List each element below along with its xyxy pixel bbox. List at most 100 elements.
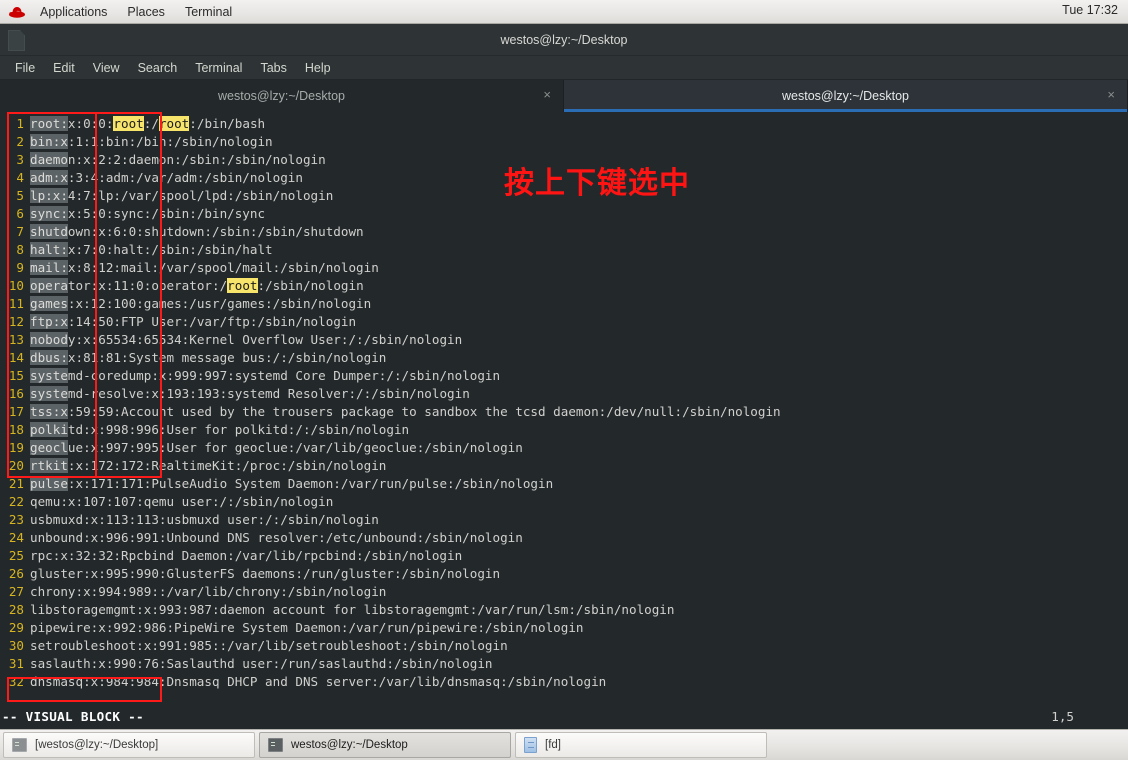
terminal-screen[interactable]: 1 root:x:0:0:root:/root:/bin/bash 2 bin:x:1… [0,112,1128,729]
line-content[interactable]: daemon:x:2:2:daemon:/sbin:/sbin/nologin [30,151,326,169]
taskbar-item-label: [westos@lzy:~/Desktop] [35,739,159,751]
editor-line[interactable]: 29 pipewire:x:992:986:PipeWire System Dae… [0,619,1128,637]
editor-line[interactable]: 26 gluster:x:995:990:GlusterFS daemons:/r… [0,565,1128,583]
editor-line[interactable]: 25 rpc:x:32:32:Rpcbind Daemon:/var/lib/rp… [0,547,1128,565]
editor-line[interactable]: 9 mail:x:8:12:mail:/var/spool/mail:/sbin/… [0,259,1128,277]
editor-line[interactable]: 2 bin:x:1:1:bin:/bin:/sbin/nologin [0,133,1128,151]
line-content[interactable]: libstoragemgmt:x:993:987:daemon account … [30,601,674,619]
line-content[interactable]: tss:x:59:59:Account used by the trousers… [30,403,781,421]
line-content[interactable]: mail:x:8:12:mail:/var/spool/mail:/sbin/n… [30,259,379,277]
editor-line[interactable]: 14 dbus:x:81:81:System message bus:/:/sbi… [0,349,1128,367]
line-number: 3 [16,152,24,167]
editor-line[interactable]: 1 root:x:0:0:root:/root:/bin/bash [0,115,1128,133]
editor-line[interactable]: 21 pulse:x:171:171:PulseAudio System Daem… [0,475,1128,493]
line-text: x:5:0:sync:/sbin:/bin/sync [67,206,266,221]
line-content[interactable]: games:x:12:100:games:/usr/games:/sbin/no… [30,295,371,313]
menu-search[interactable]: Search [129,59,187,77]
line-text: :x:172:172:RealtimeKit:/proc:/sbin/nolog… [67,458,387,473]
tab-bar: westos@lzy:~/Desktop × westos@lzy:~/Desk… [0,80,1128,112]
line-text: :/ [143,116,159,131]
line-text: unbound:x:996:991:Unbound DNS resolver:/… [30,530,523,545]
line-number: 25 [8,548,24,563]
line-content[interactable]: bin:x:1:1:bin:/bin:/sbin/nologin [30,133,273,151]
line-content[interactable]: polkitd:x:998:996:User for polkitd:/:/sb… [30,421,409,439]
line-content[interactable]: sync:x:5:0:sync:/sbin:/bin/sync [30,205,265,223]
line-content[interactable]: dbus:x:81:81:System message bus:/:/sbin/… [30,349,386,367]
line-content[interactable]: lp:x:4:7:lp:/var/spool/lpd:/sbin/nologin [30,187,333,205]
line-content[interactable]: gluster:x:995:990:GlusterFS daemons:/run… [30,565,500,583]
line-content[interactable]: operator:x:11:0:operator:/root:/sbin/nol… [30,277,364,295]
menu-file[interactable]: File [6,59,44,77]
menu-view[interactable]: View [84,59,129,77]
window-icon [8,30,25,51]
editor-line[interactable]: 12 ftp:x:14:50:FTP User:/var/ftp:/sbin/no… [0,313,1128,331]
editor-line[interactable]: 31 saslauth:x:990:76:Saslauthd user:/run/… [0,655,1128,673]
editor-line[interactable]: 17 tss:x:59:59:Account used by the trouse… [0,403,1128,421]
line-number: 26 [8,566,24,581]
editor-line[interactable]: 11 games:x:12:100:games:/usr/games:/sbin/… [0,295,1128,313]
editor-line[interactable]: 20 rtkit:x:172:172:RealtimeKit:/proc:/sbi… [0,457,1128,475]
editor-line[interactable]: 32 dnsmasq:x:984:984:Dnsmasq DHCP and DNS… [0,673,1128,691]
line-content[interactable]: pulse:x:171:171:PulseAudio System Daemon… [30,475,553,493]
panel-item-applications[interactable]: Applications [30,1,117,23]
taskbar-item-1[interactable]: westos@lzy:~/Desktop [259,732,511,758]
menu-tabs[interactable]: Tabs [251,59,295,77]
menu-terminal[interactable]: Terminal [186,59,251,77]
editor-line[interactable]: 16 systemd-resolve:x:193:193:systemd Reso… [0,385,1128,403]
line-content[interactable]: qemu:x:107:107:qemu user:/:/sbin/nologin [30,493,333,511]
editor-line[interactable]: 15 systemd-coredump:x:999:997:systemd Cor… [0,367,1128,385]
editor-line[interactable]: 18 polkitd:x:998:996:User for polkitd:/:/… [0,421,1128,439]
line-text: ue:x:997:995:User for geoclue:/var/lib/g… [67,440,523,455]
editor-line[interactable]: 22 qemu:x:107:107:qemu user:/:/sbin/nolog… [0,493,1128,511]
taskbar-item-2[interactable]: [fd] [515,732,767,758]
tab-terminal-2[interactable]: westos@lzy:~/Desktop × [564,80,1128,112]
line-content[interactable]: chrony:x:994:989::/var/lib/chrony:/sbin/… [30,583,386,601]
clock[interactable]: Tue 17:32 [1062,3,1118,17]
menu-edit[interactable]: Edit [44,59,84,77]
panel-item-terminal[interactable]: Terminal [175,1,242,23]
line-content[interactable]: pipewire:x:992:986:PipeWire System Daemo… [30,619,584,637]
line-content[interactable]: rtkit:x:172:172:RealtimeKit:/proc:/sbin/… [30,457,386,475]
editor-line[interactable]: 13 nobody:x:65534:65534:Kernel Overflow U… [0,331,1128,349]
editor-line[interactable]: 10 operator:x:11:0:operator:/root:/sbin/n… [0,277,1128,295]
line-number: 14 [8,350,24,365]
line-content[interactable]: dnsmasq:x:984:984:Dnsmasq DHCP and DNS s… [30,673,606,691]
close-icon[interactable]: × [1107,88,1115,101]
editor-line[interactable]: 7 shutdown:x:6:0:shutdown:/sbin:/sbin/shu… [0,223,1128,241]
line-content[interactable]: shutdown:x:6:0:shutdown:/sbin:/sbin/shut… [30,223,364,241]
line-content[interactable]: root:x:0:0:root:/root:/bin/bash [30,115,265,133]
line-content[interactable]: halt:x:7:0:halt:/sbin:/sbin/halt [30,241,273,259]
menu-help[interactable]: Help [296,59,340,77]
line-content[interactable]: ftp:x:14:50:FTP User:/var/ftp:/sbin/nolo… [30,313,356,331]
line-content[interactable]: setroubleshoot:x:991:985::/var/lib/setro… [30,637,508,655]
editor-line[interactable]: 28 libstoragemgmt:x:993:987:daemon accoun… [0,601,1128,619]
line-content[interactable]: adm:x:3:4:adm:/var/adm:/sbin/nologin [30,169,303,187]
line-content[interactable]: systemd-coredump:x:999:997:systemd Core … [30,367,500,385]
visual-block-selection: mail: [30,260,68,275]
tab-terminal-1[interactable]: westos@lzy:~/Desktop × [0,80,564,112]
line-content[interactable]: saslauth:x:990:76:Saslauthd user:/run/sa… [30,655,493,673]
editor-line[interactable]: 30 setroubleshoot:x:991:985::/var/lib/set… [0,637,1128,655]
visual-block-selection: shutd [30,224,68,239]
line-number: 29 [8,620,24,635]
line-content[interactable]: geoclue:x:997:995:User for geoclue:/var/… [30,439,523,457]
line-content[interactable]: rpc:x:32:32:Rpcbind Daemon:/var/lib/rpcb… [30,547,462,565]
line-number: 1 [16,116,24,131]
gnome-top-panel: Applications Places Terminal Tue 17:32 [0,0,1128,24]
editor-line[interactable]: 27 chrony:x:994:989::/var/lib/chrony:/sbi… [0,583,1128,601]
editor-line[interactable]: 24 unbound:x:996:991:Unbound DNS resolver… [0,529,1128,547]
line-text: md-resolve:x:193:193:systemd Resolver:/:… [67,386,470,401]
editor-line[interactable]: 19 geoclue:x:997:995:User for geoclue:/va… [0,439,1128,457]
editor-line[interactable]: 6 sync:x:5:0:sync:/sbin:/bin/sync [0,205,1128,223]
editor-line[interactable]: 23 usbmuxd:x:113:113:usbmuxd user:/:/sbin… [0,511,1128,529]
line-number: 30 [8,638,24,653]
line-text: x:7:0:halt:/sbin:/sbin/halt [67,242,273,257]
visual-block-selection: syste [30,386,68,401]
editor-line[interactable]: 8 halt:x:7:0:halt:/sbin:/sbin/halt [0,241,1128,259]
line-content[interactable]: usbmuxd:x:113:113:usbmuxd user:/:/sbin/n… [30,511,379,529]
close-icon[interactable]: × [543,88,551,101]
taskbar-item-0[interactable]: [westos@lzy:~/Desktop] [3,732,255,758]
panel-item-places[interactable]: Places [117,1,175,23]
line-content[interactable]: unbound:x:996:991:Unbound DNS resolver:/… [30,529,523,547]
visual-block-selection: nobod [30,332,68,347]
